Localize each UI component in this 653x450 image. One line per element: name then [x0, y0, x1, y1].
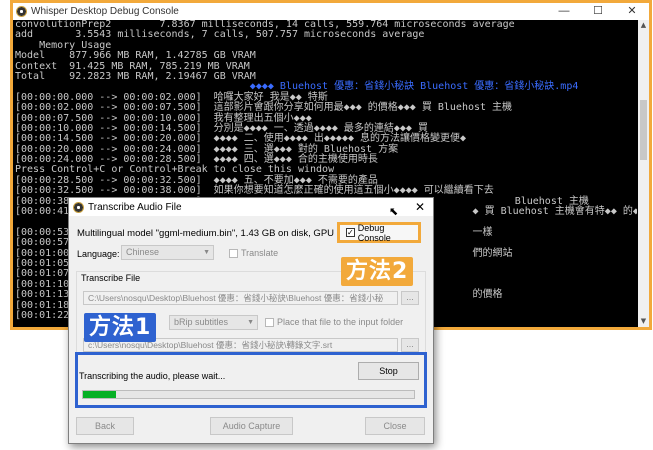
mouse-cursor-icon: ⬉ [389, 205, 399, 218]
debug-console-label: Debug Console [357, 222, 391, 243]
back-button[interactable]: Back [76, 417, 134, 435]
console-titlebar: Whisper Desktop Debug Console — ☐ ✕ [13, 3, 649, 20]
dialog-close-icon[interactable]: ✕ [407, 200, 433, 214]
close-icon[interactable]: ✕ [615, 3, 649, 20]
console-title: Whisper Desktop Debug Console [31, 6, 179, 17]
chevron-down-icon: ▼ [247, 319, 254, 326]
scroll-thumb[interactable] [640, 100, 647, 160]
place-file-checkbox[interactable]: Place that file to the input folder [265, 317, 403, 327]
progress-bar [82, 390, 415, 399]
translate-checkbox[interactable]: Translate [229, 248, 278, 258]
maximize-icon[interactable]: ☐ [581, 3, 615, 20]
language-value: Chinese [126, 247, 160, 257]
language-select[interactable]: Chinese ▼ [121, 245, 214, 260]
dialog-titlebar: Transcribe Audio File ✕ [69, 198, 433, 216]
progress-fill [83, 391, 117, 398]
chevron-down-icon: ▼ [203, 249, 210, 256]
console-line: Model 877.966 MB RAM, 1.42785 GB VRAM [15, 50, 256, 62]
console-scrollbar[interactable]: ▲ ▼ [638, 20, 649, 327]
translate-label: Translate [241, 248, 279, 258]
model-info: Multilingual model "ggml-medium.bin", 1.… [77, 228, 335, 239]
checkbox-icon[interactable] [229, 248, 238, 258]
output-format-select[interactable]: bRip subtitles ▼ [169, 315, 258, 330]
output-format-value: bRip subtitles [174, 317, 229, 327]
debug-console-checkbox[interactable]: ✓ Debug Console [337, 222, 421, 243]
dialog-title: Transcribe Audio File [88, 201, 182, 213]
browse-output-button[interactable]: ... [401, 338, 419, 352]
browse-input-button[interactable]: ... [401, 291, 419, 305]
language-label: Language: [77, 249, 120, 259]
audio-capture-button[interactable]: Audio Capture [210, 417, 293, 435]
method2-annotation: 方法2 [341, 257, 414, 286]
scroll-up-icon[interactable]: ▲ [638, 20, 649, 31]
checkbox-icon[interactable] [265, 317, 274, 327]
whisper-app-icon [73, 201, 84, 213]
whisper-app-icon [16, 6, 27, 17]
close-button[interactable]: Close [365, 417, 425, 435]
checkbox-checked-icon[interactable]: ✓ [346, 228, 355, 237]
transcribe-status: Transcribing the audio, please wait... [79, 371, 226, 381]
stop-button[interactable]: Stop [358, 362, 419, 380]
input-file-field[interactable]: C:\Users\nosqu\Desktop\Bluehost 優惠：省錢小秘訣… [83, 291, 398, 305]
console-line: [00:00:02.000 --> 00:00:07.500] 這部影片會跟你分… [15, 102, 513, 114]
scroll-down-icon[interactable]: ▼ [638, 316, 649, 327]
minimize-icon[interactable]: — [547, 3, 581, 20]
method1-annotation: 方法1 [84, 313, 157, 342]
place-file-label: Place that file to the input folder [277, 317, 404, 327]
transcribe-file-label: Transcribe File [81, 273, 141, 283]
